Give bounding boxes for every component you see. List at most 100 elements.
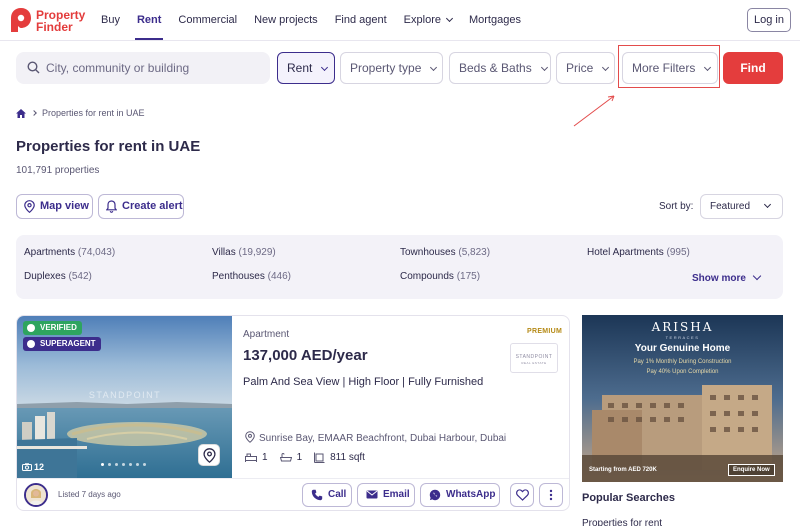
category-duplexes[interactable]: Duplexes (542) [24,271,92,282]
whatsapp-button[interactable]: WhatsApp [420,483,500,507]
nav-find-agent[interactable]: Find agent [335,0,387,40]
area-fact: 811 sqft [314,452,365,463]
agency-logo[interactable]: STANDPOINT REAL ESTATE [510,343,558,373]
category-penthouses[interactable]: Penthouses (446) [212,271,291,282]
sort-label: Sort by: [659,201,694,212]
heart-icon [516,489,529,501]
category-count: (995) [666,247,690,258]
card-divider [17,478,569,479]
map-view-button[interactable]: Map view [16,194,93,219]
carousel-dot[interactable] [122,463,125,466]
envelope-icon [366,490,378,499]
category-count: (19,929) [238,247,276,258]
listing-price: 137,000 AED/year [243,347,368,364]
agency-subtitle: REAL ESTATE [521,361,547,365]
chevron-down-icon [540,63,548,72]
agent-icon [27,340,35,348]
sort-select[interactable]: Featured [700,194,783,219]
photo-watermark: STANDPOINT [89,390,161,400]
baths-fact: 1 [279,452,302,463]
map-pin-icon [203,448,216,463]
login-button[interactable]: Log in [747,8,791,32]
filter-property-type-label: Property type [350,61,422,75]
listing-location-text: Sunrise Bay, EMAAR Beachfront, Dubai Har… [259,433,507,444]
superagent-badge: SUPERAGENT [23,337,101,351]
ad-brand-subtitle: TERRACES [665,335,700,340]
breadcrumb-separator-icon [31,110,37,116]
nav-explore[interactable]: Explore [404,0,454,40]
bed-icon [245,453,257,462]
carousel-dot[interactable] [101,463,104,466]
find-button[interactable]: Find [723,52,783,84]
verified-label: VERIFIED [40,323,77,332]
call-button[interactable]: Call [302,483,352,507]
carousel-dot[interactable] [129,463,132,466]
annotation-highlight-box [618,45,720,88]
top-header: Property Finder Buy Rent Commercial New … [0,0,800,40]
chevron-down-icon [602,63,610,72]
category-count: (74,043) [77,247,116,258]
ad-enquire-button[interactable]: Enquire Now [728,464,775,476]
nav-mortgages[interactable]: Mortgages [469,0,521,40]
home-icon[interactable] [16,108,26,118]
ad-offer-line-1: Pay 1% Monthly During Construction [633,359,732,365]
carousel-dot[interactable] [115,463,118,466]
listing-title[interactable]: Palm And Sea View | High Floor | Fully F… [243,376,483,388]
filter-property-type[interactable]: Property type [340,52,443,84]
create-alert-button[interactable]: Create alert [98,194,184,219]
popular-search-link[interactable]: Properties for rent [582,518,662,526]
chevron-down-icon [763,200,772,209]
chevron-down-icon [752,271,762,281]
category-count: (175) [456,271,481,282]
category-count: (542) [68,271,92,282]
category-apartments[interactable]: Apartments (74,043) [24,247,115,258]
category-name: Duplexes [24,271,66,282]
photo-carousel-dots[interactable] [101,463,150,466]
listing-card[interactable]: STANDPOINT VERIFIED SUPERAGENT 12 Apartm… [16,315,570,511]
nav-commercial[interactable]: Commercial [178,0,237,40]
area-value: 811 sqft [330,452,365,463]
show-more-button[interactable]: Show more [692,271,762,284]
carousel-dot[interactable] [136,463,139,466]
results-count: 101,791 properties [16,165,100,176]
email-button[interactable]: Email [357,483,415,507]
breadcrumb: Properties for rent in UAE [16,107,145,119]
superagent-label: SUPERAGENT [40,339,96,348]
popular-searches-title: Popular Searches [582,492,675,504]
category-compounds[interactable]: Compounds (175) [400,271,480,282]
search-input[interactable]: City, community or building [16,52,270,84]
listing-location: Sunrise Bay, EMAAR Beachfront, Dubai Har… [245,431,506,444]
carousel-dot[interactable] [143,463,146,466]
logo-text-line2: Finder [36,20,73,34]
property-type-categories: Apartments (74,043) Villas (19,929) Town… [16,235,783,299]
vertical-dots-icon [549,489,553,501]
category-name: Apartments [24,247,76,258]
photo-count: 12 [22,462,44,472]
bell-icon [106,200,117,213]
arisha-terraces-ad[interactable]: ARISHA TERRACES Your Genuine Home Pay 1%… [582,315,783,482]
category-villas[interactable]: Villas (19,929) [212,247,276,258]
show-on-map-button[interactable] [198,444,220,466]
logo-mark-icon [11,8,31,32]
filter-beds-baths[interactable]: Beds & Baths [449,52,551,84]
create-alert-label: Create alert [122,200,183,212]
search-placeholder: City, community or building [46,61,190,75]
more-options-button[interactable] [539,483,563,507]
filter-rent[interactable]: Rent [277,52,335,84]
chevron-down-icon [430,63,438,72]
nav-rent[interactable]: Rent [134,0,164,40]
filter-price[interactable]: Price [556,52,615,84]
carousel-dot[interactable] [108,463,111,466]
agency-name: STANDPOINT [515,354,553,360]
agent-avatar[interactable] [24,483,48,507]
nav-new-projects[interactable]: New projects [254,0,318,40]
property-finder-logo[interactable]: Property Finder [10,6,94,36]
category-townhouses[interactable]: Townhouses (5,823) [400,247,490,258]
filter-rent-label: Rent [287,61,313,75]
listing-photo[interactable]: STANDPOINT VERIFIED SUPERAGENT 12 [17,316,232,478]
nav-buy[interactable]: Buy [101,0,120,40]
listing-type: Apartment [243,329,290,340]
category-hotel-apartments[interactable]: Hotel Apartments (995) [587,247,690,258]
category-count: (5,823) [458,247,491,258]
favorite-button[interactable] [510,483,534,507]
